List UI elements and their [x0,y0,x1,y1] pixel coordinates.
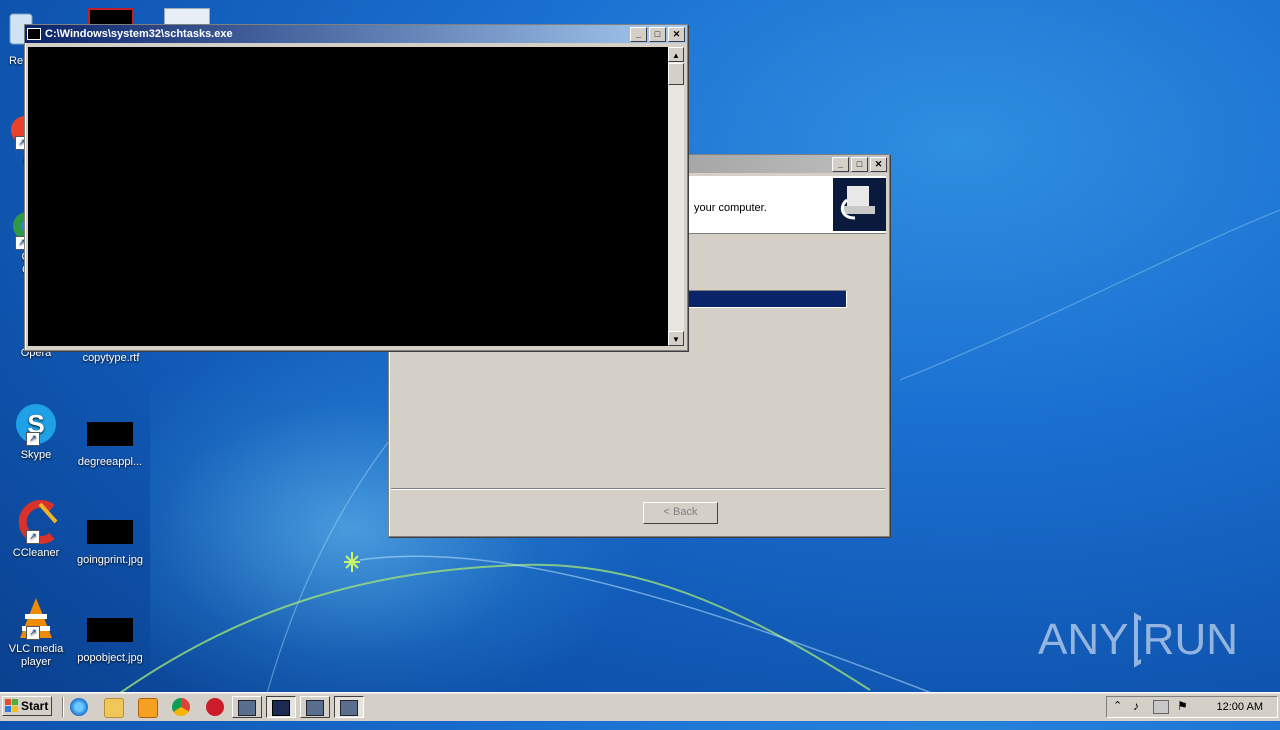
installer-task-icon [340,700,358,716]
installer-divider [391,488,885,490]
close-button[interactable]: ✕ [870,156,887,172]
scroll-down-arrow-icon[interactable]: ▼ [668,331,684,346]
console-titlebar[interactable]: C:\Windows\system32\schtasks.exe _ □ ✕ [25,25,687,43]
minimize-button[interactable]: _ [832,156,849,172]
installer-computer-icon [833,178,886,231]
taskbar-separator [62,697,64,717]
action-center-flag-icon[interactable]: ⚑ [1177,699,1188,713]
desktop-icon-vlc[interactable]: ↗ VLC media player [0,596,72,669]
media-player-icon[interactable] [138,698,158,718]
watermark-text-right: RUN [1142,615,1238,664]
installer-header-text: your computer. [694,202,767,214]
desktop-icon-label: degreeappl... [77,456,143,468]
desktop-icon-popobject[interactable]: popobject.jpg [72,608,148,665]
vlc-icon: ↗ [12,596,60,640]
desktop-icon-ccleaner[interactable]: ↗ CCleaner [0,500,72,560]
minimize-button[interactable]: _ [630,26,647,42]
maximize-button[interactable]: □ [649,26,666,42]
maximize-button[interactable]: □ [851,156,868,172]
image-file-icon [87,618,133,642]
scroll-up-arrow-icon[interactable]: ▲ [668,47,684,62]
system-tray: ⌃ ♪ ⚑ 12:00 AM [1106,696,1278,718]
desktop-icon-skype[interactable]: S ↗ Skype [0,402,72,462]
installer-task-icon [272,700,290,716]
internet-explorer-icon[interactable] [70,698,88,716]
desktop-icon-label: CCleaner [12,547,60,559]
image-file-icon [87,520,133,544]
desktop-icon-label: goingprint.jpg [76,554,144,566]
explorer-folder-icon[interactable] [104,698,124,718]
desktop-icon-copytype[interactable]: copytype.rtf [75,352,147,365]
play-logo-icon [1134,612,1141,668]
taskbar-task-3[interactable] [300,696,330,718]
windows-logo-icon [5,699,18,712]
close-button[interactable]: ✕ [668,26,685,42]
start-button[interactable]: Start [2,696,52,716]
desktop-icon-label: copytype.rtf [82,352,140,364]
image-file-icon [87,422,133,446]
anyrun-watermark: ANY RUN [1038,610,1238,670]
taskbar: Start ⌃ ♪ ⚑ 12:00 AM [0,692,1280,721]
taskbar-task-1[interactable] [232,696,262,718]
taskbar-task-4[interactable] [334,696,364,718]
shortcut-arrow-icon: ↗ [26,530,40,544]
skype-icon: S ↗ [12,402,60,446]
ccleaner-icon: ↗ [12,500,60,544]
desktop-icon-label: popobject.jpg [77,652,143,664]
console-output-area[interactable] [28,47,668,346]
volume-icon[interactable]: ♪ [1133,699,1139,713]
installer-task-icon [306,700,324,716]
scroll-thumb[interactable] [668,63,684,85]
console-app-icon [27,28,41,40]
shortcut-arrow-icon: ↗ [26,432,40,446]
taskbar-task-2[interactable] [266,696,296,718]
console-title: C:\Windows\system32\schtasks.exe [45,28,233,40]
start-label: Start [21,699,49,713]
desktop-icon-goingprint[interactable]: goingprint.jpg [72,510,148,567]
show-hidden-icons-icon[interactable]: ⌃ [1113,699,1122,712]
clock[interactable]: 12:00 AM [1217,701,1263,713]
opera-icon[interactable] [206,698,224,716]
installer-task-icon [238,700,256,716]
console-window[interactable]: C:\Windows\system32\schtasks.exe _ □ ✕ ▲… [24,24,688,351]
network-icon[interactable] [1153,700,1169,714]
desktop-icon-degreeappl[interactable]: degreeappl... [72,412,148,469]
chrome-icon[interactable] [172,698,190,716]
desktop-icon-label: VLC media player [8,643,64,668]
shortcut-arrow-icon: ↗ [26,626,40,640]
desktop-icon-label: Skype [20,449,52,461]
console-scrollbar[interactable]: ▲ ▼ [668,47,684,346]
watermark-text-left: ANY [1038,615,1129,664]
back-button[interactable]: < Back [643,502,718,524]
